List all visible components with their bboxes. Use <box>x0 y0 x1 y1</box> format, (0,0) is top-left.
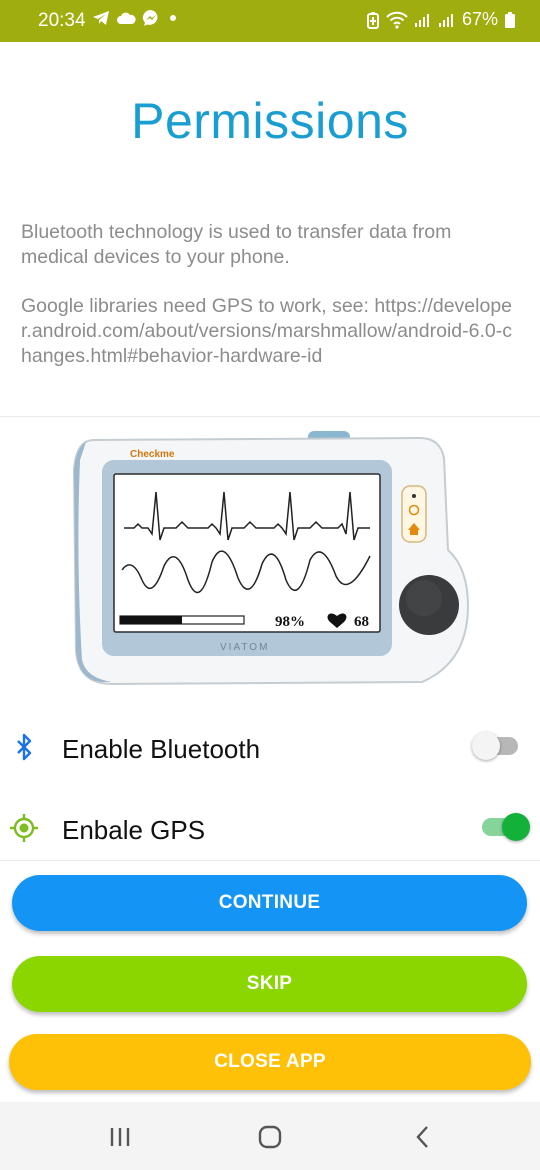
device-spo2: 98% <box>275 614 305 630</box>
gps-description: Google libraries need GPS to work, see: … <box>21 295 513 367</box>
divider <box>0 416 540 417</box>
status-bar: 20:34 67% <box>0 0 540 42</box>
bluetooth-icon <box>17 733 32 761</box>
bluetooth-permission-label: Enable Bluetooth <box>62 734 261 764</box>
gps-permission-label: Enbale GPS <box>62 815 206 845</box>
dot-icon <box>170 15 176 21</box>
cloud-icon <box>117 12 136 24</box>
toggle-knob <box>502 813 530 841</box>
battery-saver-icon <box>366 11 379 29</box>
page-title: Permissions <box>131 93 409 149</box>
home-icon[interactable] <box>255 1122 285 1152</box>
bluetooth-permission-row[interactable]: Enable Bluetooth <box>0 718 540 778</box>
toggle-knob <box>472 732 500 760</box>
close-app-button[interactable]: CLOSE APP <box>9 1034 531 1090</box>
device-led <box>412 494 416 498</box>
device-screen <box>113 473 381 633</box>
bluetooth-toggle[interactable] <box>472 732 518 760</box>
divider <box>0 860 540 861</box>
back-icon[interactable] <box>408 1122 438 1152</box>
navigation-bar <box>0 1102 540 1170</box>
device-heart-rate: 68 <box>354 614 369 630</box>
telegram-icon <box>93 11 109 25</box>
gps-toggle[interactable] <box>482 813 530 841</box>
signal-icon <box>414 13 429 27</box>
status-time: 20:34 <box>38 10 86 31</box>
wifi-icon <box>386 11 408 29</box>
device-brand: Checkme <box>130 449 175 460</box>
gps-icon <box>10 814 38 842</box>
messenger-icon <box>142 9 158 26</box>
recent-apps-icon[interactable] <box>105 1122 135 1152</box>
notification-icons <box>92 9 180 27</box>
battery-icon <box>505 11 515 28</box>
battery-percent: 67% <box>461 9 498 29</box>
system-icons: 67% <box>366 9 516 30</box>
gps-permission-row[interactable]: Enbale GPS <box>0 799 540 859</box>
signal-icon <box>438 13 453 27</box>
checkme-device-image: 98% 68 Checkme VIATOM <box>72 431 470 686</box>
device-maker: VIATOM <box>220 642 269 653</box>
bluetooth-description: Bluetooth technology is used to transfer… <box>21 221 452 268</box>
continue-button[interactable]: CONTINUE <box>12 875 527 931</box>
device-level-fill <box>120 616 182 624</box>
skip-button[interactable]: SKIP <box>12 956 527 1012</box>
